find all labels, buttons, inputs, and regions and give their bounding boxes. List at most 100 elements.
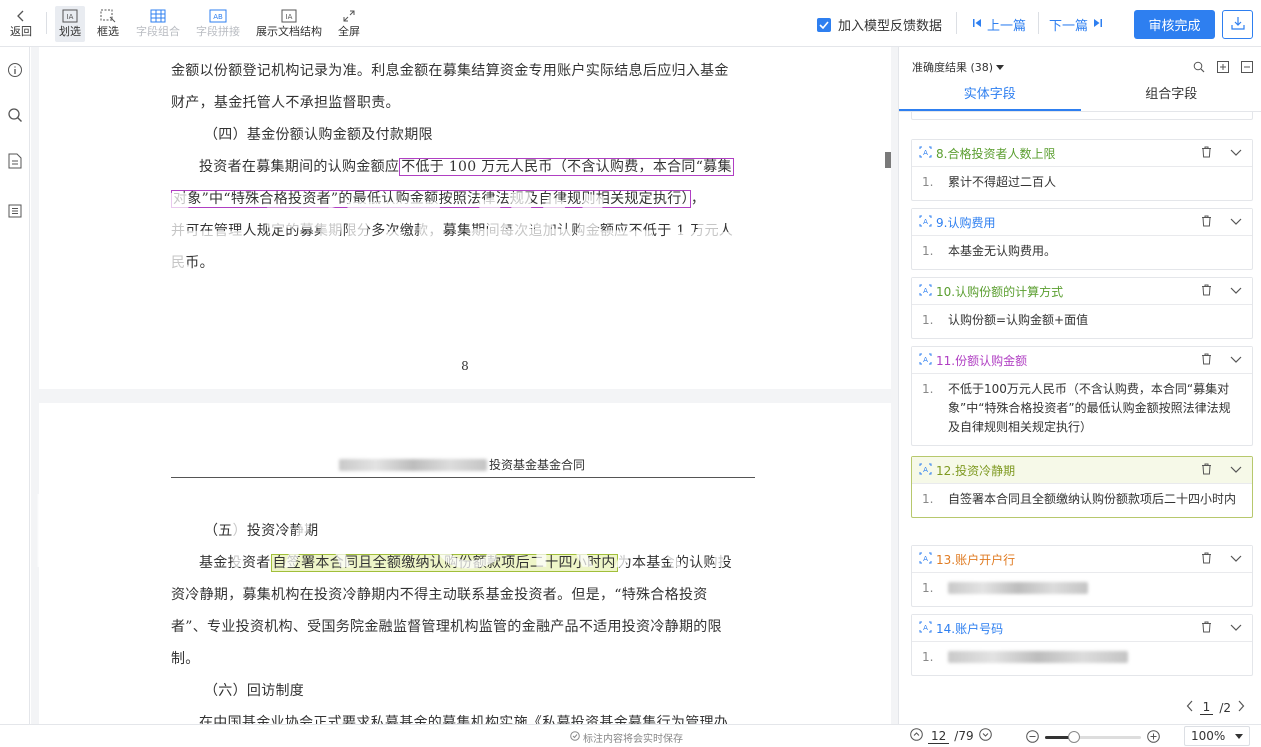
delete-icon[interactable] [1201, 353, 1212, 368]
caret-down-icon [1235, 729, 1243, 743]
field-card[interactable]: A 11.份额认购金额 1. 不低于100万元人民币（不含认购费，本合同“募集对象… [911, 346, 1253, 446]
chevron-down-icon[interactable] [1230, 215, 1242, 229]
value-index: 1. [922, 313, 934, 327]
field-card[interactable]: A 10.认购份额的计算方式 1. 认购份额=认购金额+面值 [911, 277, 1253, 339]
expand-all-icon[interactable] [1217, 58, 1229, 77]
redacted-value [948, 582, 1088, 594]
field-title: 9.认购费用 [936, 215, 996, 230]
field-value-row[interactable]: 1. 累计不得超过二百人 [912, 167, 1252, 200]
page-total: /79 [954, 729, 974, 743]
page-current[interactable]: 12 [928, 729, 950, 744]
show-structure-button[interactable]: IA 展示文档结构 [252, 6, 326, 42]
doc-line: 制。 [171, 651, 200, 667]
check-icon [817, 17, 831, 32]
field-value: 自签署本合同且全额缴纳认购份额款项后二十四小时内 [948, 492, 1237, 506]
chevron-up-circle-icon[interactable] [910, 728, 923, 744]
box-select-button[interactable]: 框选 [93, 6, 123, 42]
pager-total: /2 [1219, 700, 1231, 715]
field-value-row[interactable]: 1. 自签署本合同且全额缴纳认购份额款项后二十四小时内 [912, 484, 1252, 517]
field-card[interactable] [911, 112, 1253, 120]
doc-line: 民币。 [171, 255, 214, 271]
field-card[interactable]: A 12.投资冷静期 1. 自签署本合同且全额缴纳认购份额款项后二十四小时内 [911, 456, 1253, 518]
chevron-down-icon[interactable] [1230, 146, 1242, 160]
doc-line: 投资者在募集期间的认购金额应 不低于 100 万元人民币（不含认购费，本合同“募集 [199, 151, 783, 183]
doc-text: 为本基金的认购投 [617, 555, 733, 571]
structure-icon: IA [280, 8, 298, 23]
info-icon[interactable] [6, 61, 24, 79]
field-card[interactable]: A 9.认购费用 1. 本基金无认购费用。 [911, 208, 1253, 270]
field-card[interactable]: A 8.合格投资者人数上限 1. 累计不得超过二百人 [911, 139, 1253, 201]
doc-line: 基金投资者 自签署本合同且全额缴纳认购份额款项后二十四小时内 为本基金的认购投 [199, 547, 783, 579]
annotation-highlight[interactable]: 不低于 100 万元人民币（不含认购费，本合同“募集 [399, 158, 734, 176]
collapse-all-icon[interactable] [1241, 58, 1253, 77]
export-button[interactable] [1222, 10, 1253, 39]
doc-heading: （五）投资冷静期 [204, 523, 319, 539]
fullscreen-button[interactable]: 全屏 [334, 6, 364, 42]
doc-heading: （六）回访制度 [204, 683, 305, 699]
next-doc-link[interactable]: 下一篇 [1049, 15, 1103, 34]
chevron-down-circle-icon[interactable] [978, 728, 992, 744]
scroll-indicator[interactable] [885, 152, 891, 168]
field-value-row[interactable]: 1. [912, 573, 1252, 606]
delete-icon[interactable] [1201, 146, 1212, 161]
svg-text:A: A [923, 149, 928, 157]
field-value-row[interactable]: 1. [912, 642, 1252, 675]
chevron-left-icon[interactable] [1186, 700, 1194, 715]
delete-icon[interactable] [1201, 284, 1212, 299]
chevron-down-icon[interactable] [1230, 463, 1242, 477]
panel-tools [1193, 58, 1253, 77]
zoom-select[interactable]: 100% [1184, 726, 1250, 746]
zoom-in-icon[interactable] [1147, 728, 1160, 747]
skip-forward-icon [1093, 17, 1103, 32]
delete-icon[interactable] [1201, 463, 1212, 478]
field-title: 14.账户号码 [936, 621, 1004, 636]
doc-line: 资冷静期，募集机构在投资冷静期内不得主动联系基金投资者。但是，“特殊合格投资 [171, 587, 708, 603]
chevron-down-icon[interactable] [1230, 552, 1242, 566]
box-select-icon [99, 8, 117, 23]
review-done-button[interactable]: 审核完成 [1134, 10, 1215, 39]
chevron-down-icon[interactable] [1230, 621, 1242, 635]
field-card[interactable]: A 13.账户开户行 1. [911, 545, 1253, 607]
field-card-header: A 9.认购费用 [912, 209, 1252, 236]
tab-entity-fields[interactable]: 实体字段 [899, 79, 1081, 111]
zoom-out-icon[interactable] [1026, 728, 1039, 747]
feedback-label: 加入模型反馈数据 [838, 19, 943, 34]
field-title: 11.份额认购金额 [936, 353, 1028, 368]
select-text-label: 划选 [59, 25, 81, 38]
select-text-button[interactable]: IA 划选 [55, 6, 85, 42]
outline-icon[interactable] [6, 202, 24, 220]
tab-group-fields[interactable]: 组合字段 [1081, 79, 1261, 111]
doc-text: 基金投资者 [199, 555, 271, 571]
search-icon[interactable] [1193, 58, 1205, 77]
zoom-slider-handle[interactable] [1067, 731, 1080, 743]
annotation-highlight[interactable]: 自签署本合同且全额缴纳认购份额款项后二十四小时内 [270, 554, 618, 572]
svg-text:A: A [923, 466, 928, 474]
accuracy-dropdown[interactable]: 准确度结果 (38) [912, 59, 1005, 75]
doc-line: 财产，基金托管人不承担监督职责。 [171, 95, 400, 111]
field-value-row[interactable]: 1. 不低于100万元人民币（不含认购费，本合同“募集对象”中“特殊合格投资者”的… [912, 374, 1252, 445]
delete-icon[interactable] [1201, 215, 1212, 230]
prev-doc-link[interactable]: 上一篇 [972, 15, 1026, 34]
feedback-checkbox[interactable]: 加入模型反馈数据 [817, 15, 942, 34]
document-viewer[interactable]: 金额以份额登记机构记录为准。利息金额在募集结算资金专用账户实际结息后应归入基金 … [31, 47, 898, 724]
field-value-row[interactable]: 1. 本基金无认购费用。 [912, 236, 1252, 269]
value-index: 1. [922, 382, 934, 396]
chevron-right-icon[interactable] [1237, 700, 1245, 715]
pager-current[interactable]: 1 [1199, 700, 1214, 715]
svg-text:A: A [923, 287, 928, 295]
delete-icon[interactable] [1201, 621, 1212, 636]
zoom-slider[interactable] [1045, 731, 1141, 743]
delete-icon[interactable] [1201, 552, 1212, 567]
field-join-button[interactable]: AB 字段拼接 [192, 6, 244, 42]
chevron-down-icon[interactable] [1230, 353, 1242, 367]
field-value-row[interactable]: 1. 认购份额=认购金额+面值 [912, 305, 1252, 338]
field-combine-button[interactable]: 字段组合 [132, 6, 184, 42]
text-field-icon: A [919, 463, 932, 478]
annotation-highlight[interactable]: 对象”中“特殊合格投资者”的最低认购金额按照法律法规及自律规则相关规定执行） [171, 190, 691, 208]
chevron-down-icon[interactable] [1230, 284, 1242, 298]
svg-text:A: A [923, 624, 928, 632]
back-button[interactable]: 返回 [6, 6, 36, 42]
field-card[interactable]: A 14.账户号码 1. [911, 614, 1253, 676]
document-icon[interactable] [6, 152, 24, 170]
search-icon[interactable] [6, 106, 24, 124]
